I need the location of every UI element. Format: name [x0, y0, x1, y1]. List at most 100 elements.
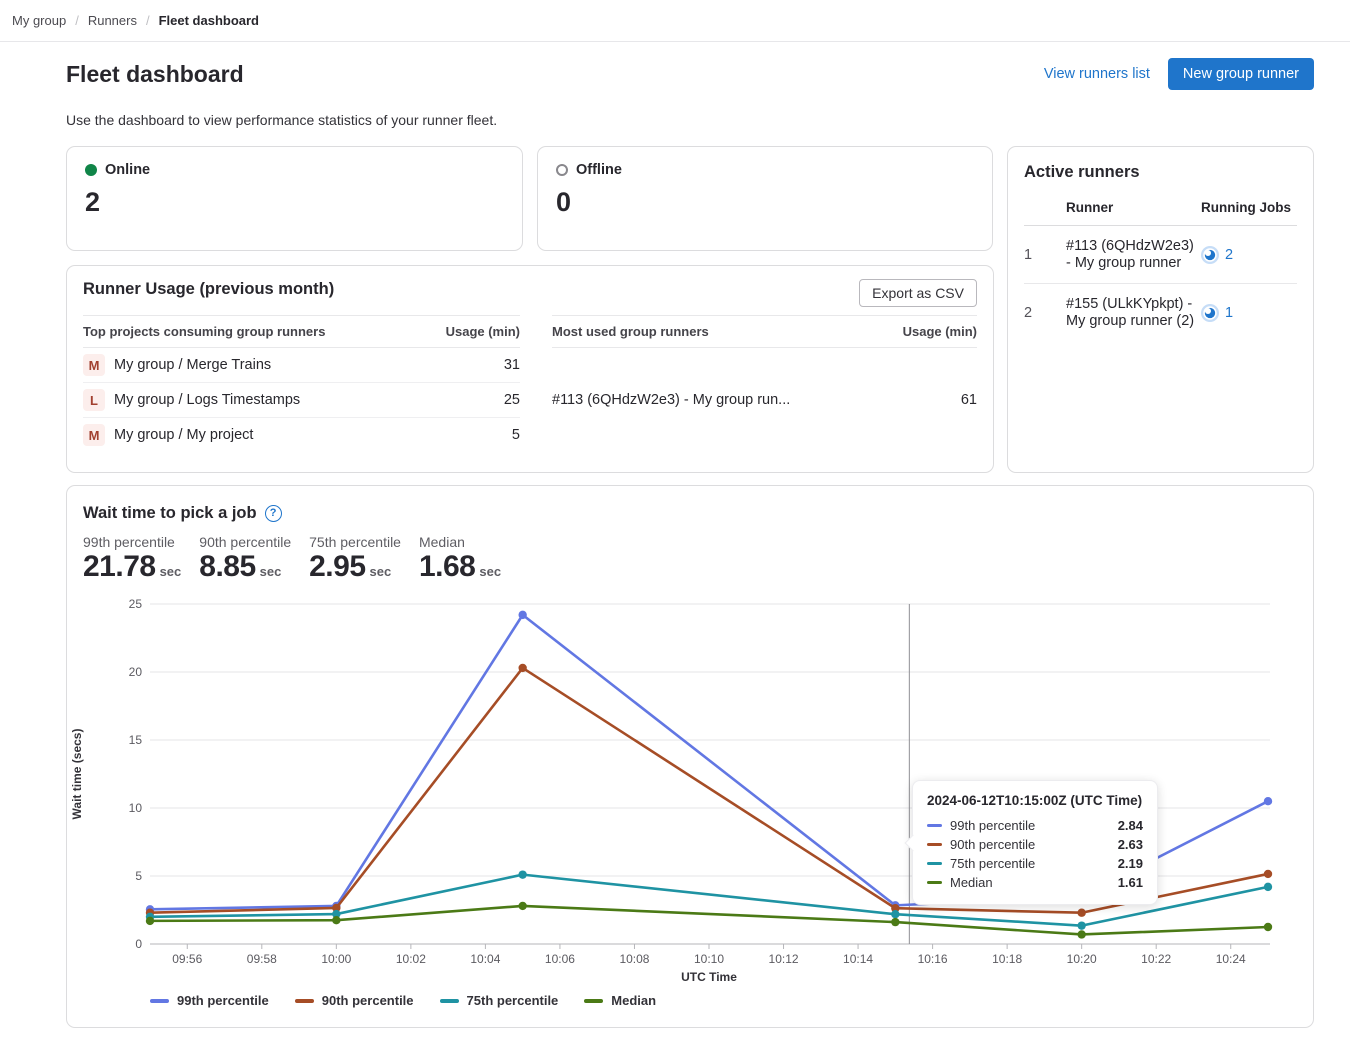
- svg-text:10:18: 10:18: [992, 952, 1022, 966]
- legend-color-chip: [295, 999, 314, 1003]
- running-jobs-count: 2: [1225, 247, 1233, 263]
- table-row: #113 (6QHdzW2e3) - My group run... 61: [552, 348, 977, 453]
- project-avatar: M: [83, 424, 105, 446]
- table-row: L My group / Logs Timestamps 25: [83, 383, 520, 418]
- breadcrumb-runners[interactable]: Runners: [88, 13, 137, 28]
- svg-text:25: 25: [129, 597, 143, 611]
- runner-usage-minutes: 61: [876, 348, 977, 453]
- svg-text:09:56: 09:56: [172, 952, 202, 966]
- page-description: Use the dashboard to view performance st…: [66, 112, 1314, 128]
- svg-text:20: 20: [129, 665, 143, 679]
- svg-text:10:10: 10:10: [694, 952, 724, 966]
- svg-text:10:24: 10:24: [1216, 952, 1246, 966]
- most-used-runners-table: Most used group runners Usage (min) #113…: [552, 315, 977, 452]
- svg-text:10:00: 10:00: [321, 952, 351, 966]
- online-count: 2: [85, 187, 504, 217]
- svg-text:10:22: 10:22: [1141, 952, 1171, 966]
- tooltip-series-row: 75th percentile2.19: [927, 854, 1143, 873]
- runner-rank: 1: [1024, 226, 1066, 284]
- svg-text:10:06: 10:06: [545, 952, 575, 966]
- top-projects-table: Top projects consuming group runners Usa…: [83, 315, 520, 452]
- active-runners-panel: Active runners Runner Running Jobs 1 #11…: [1007, 146, 1314, 473]
- breadcrumb-fleet-dashboard: Fleet dashboard: [159, 13, 259, 28]
- active-runner-row: 1 #113 (6QHdzW2e3) - My group runner: [1024, 226, 1297, 284]
- svg-text:15: 15: [129, 733, 143, 747]
- runner-name: #113 (6QHdzW2e3) - My group run...: [552, 348, 876, 453]
- export-csv-button[interactable]: Export as CSV: [859, 279, 977, 307]
- svg-text:10:14: 10:14: [843, 952, 873, 966]
- page-content: Fleet dashboard View runners list New gr…: [0, 42, 1350, 1028]
- header-actions: View runners list New group runner: [1044, 58, 1314, 90]
- runner-usage-panel: Runner Usage (previous month) Export as …: [66, 265, 994, 473]
- wait-time-stats: 99th percentile 21.78sec 90th percentile…: [83, 534, 1297, 588]
- legend-color-chip: [440, 999, 459, 1003]
- stat-75th-percentile: 75th percentile 2.95sec: [309, 534, 401, 588]
- legend-color-chip: [584, 999, 603, 1003]
- breadcrumb: My group Runners Fleet dashboard: [0, 0, 1350, 42]
- svg-text:09:58: 09:58: [247, 952, 277, 966]
- legend-item[interactable]: Median: [584, 993, 656, 1008]
- running-jobs-badge[interactable]: 2: [1201, 246, 1297, 264]
- tooltip-series-row: Median1.61: [927, 873, 1143, 892]
- usage-min-column-header: Usage (min): [417, 316, 520, 348]
- chart-tooltip: 2024-06-12T10:15:00Z (UTC Time) 99th per…: [912, 780, 1158, 905]
- usage-min-column-header: Usage (min): [876, 316, 977, 348]
- offline-card: Offline 0: [537, 146, 993, 251]
- svg-text:5: 5: [135, 869, 142, 883]
- page-header: Fleet dashboard View runners list New gr…: [66, 58, 1314, 90]
- runner-rank: 2: [1024, 284, 1066, 342]
- chart-tooltip-title: 2024-06-12T10:15:00Z (UTC Time): [927, 793, 1143, 808]
- svg-text:10:02: 10:02: [396, 952, 426, 966]
- legend-item[interactable]: 90th percentile: [295, 993, 414, 1008]
- running-jobs-badge[interactable]: 1: [1201, 304, 1297, 322]
- project-usage-minutes: 31: [417, 348, 520, 383]
- breadcrumb-separator: [146, 13, 150, 28]
- project-name: My group / Merge Trains: [114, 357, 271, 373]
- runner-name: #155 (ULkKYpkpt) - My group runner (2): [1066, 284, 1201, 342]
- online-status-icon: [85, 164, 97, 176]
- project-name: My group / My project: [114, 427, 253, 443]
- online-card-label: Online: [105, 162, 150, 178]
- offline-count: 0: [556, 187, 974, 217]
- wait-time-panel: Wait time to pick a job ? 99th percentil…: [66, 485, 1314, 1028]
- wait-time-title: Wait time to pick a job: [83, 504, 257, 523]
- legend-item[interactable]: 75th percentile: [440, 993, 559, 1008]
- running-status-icon: [1201, 246, 1219, 264]
- active-runners-title: Active runners: [1024, 163, 1297, 182]
- tooltip-series-row: 99th percentile2.84: [927, 816, 1143, 835]
- table-row: M My group / My project 5: [83, 418, 520, 453]
- active-runner-row: 2 #155 (ULkKYpkpt) - My group runner (2): [1024, 284, 1297, 342]
- running-status-icon: [1201, 304, 1219, 322]
- chart-legend: 99th percentile 90th percentile 75th perce…: [150, 992, 1313, 1009]
- runner-usage-title: Runner Usage (previous month): [83, 280, 977, 299]
- breadcrumb-my-group[interactable]: My group: [12, 13, 66, 28]
- legend-label: Median: [611, 993, 656, 1008]
- svg-text:Wait time (secs): Wait time (secs): [70, 729, 84, 820]
- svg-text:10: 10: [129, 801, 143, 815]
- legend-label: 99th percentile: [177, 993, 269, 1008]
- legend-label: 90th percentile: [322, 993, 414, 1008]
- svg-text:10:20: 10:20: [1067, 952, 1097, 966]
- svg-text:10:12: 10:12: [769, 952, 799, 966]
- runner-name: #113 (6QHdzW2e3) - My group runner: [1066, 226, 1201, 284]
- offline-status-icon: [556, 164, 568, 176]
- page-title: Fleet dashboard: [66, 59, 244, 89]
- project-name: My group / Logs Timestamps: [114, 392, 300, 408]
- svg-text:10:04: 10:04: [470, 952, 500, 966]
- svg-text:10:08: 10:08: [619, 952, 649, 966]
- most-used-runners-column-header: Most used group runners: [552, 316, 876, 348]
- stat-90th-percentile: 90th percentile 8.85sec: [199, 534, 291, 588]
- table-row: M My group / Merge Trains 31: [83, 348, 520, 383]
- view-runners-list-link[interactable]: View runners list: [1044, 66, 1150, 82]
- svg-text:0: 0: [135, 937, 142, 951]
- stat-median: Median 1.68sec: [419, 534, 501, 588]
- legend-item[interactable]: 99th percentile: [150, 993, 269, 1008]
- stat-99th-percentile: 99th percentile 21.78sec: [83, 534, 181, 588]
- offline-card-label: Offline: [576, 162, 622, 178]
- svg-text:UTC Time: UTC Time: [681, 970, 737, 984]
- new-group-runner-button[interactable]: New group runner: [1168, 58, 1314, 90]
- running-jobs-count: 1: [1225, 305, 1233, 321]
- runner-column-header: Runner: [1066, 196, 1201, 226]
- help-icon[interactable]: ?: [265, 505, 282, 522]
- legend-label: 75th percentile: [467, 993, 559, 1008]
